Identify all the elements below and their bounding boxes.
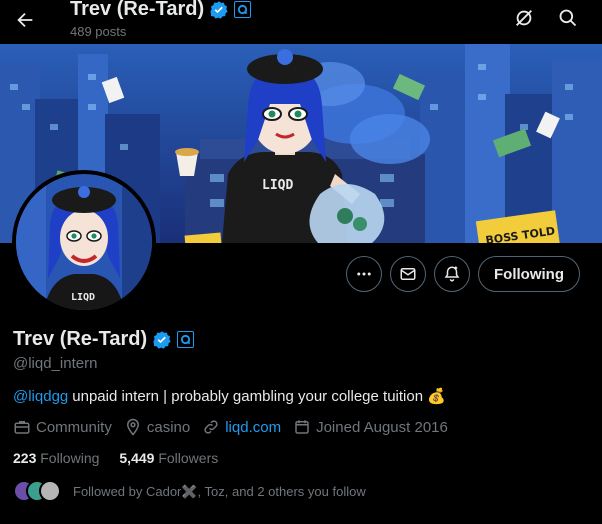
followed-by-text: Followed by Cador✖️, Toz, and 2 others y… xyxy=(73,484,366,499)
back-button[interactable] xyxy=(10,5,40,35)
search-button[interactable] xyxy=(556,6,580,30)
profile-name-row: Trev (Re-Tard) xyxy=(13,328,195,351)
profile-stats: 223 Following 5,449 Followers xyxy=(13,450,218,466)
joined-text: Joined August 2016 xyxy=(316,418,448,436)
following-button[interactable]: Following xyxy=(478,256,580,292)
briefcase-icon xyxy=(14,421,30,434)
top-bar: Trev (Re-Tard) 489 posts xyxy=(0,0,602,44)
money-bag-emoji: 💰 xyxy=(427,388,446,405)
category-text: Community xyxy=(36,418,112,436)
bell-plus-icon xyxy=(444,266,460,282)
profile-actions: Following xyxy=(346,256,580,292)
avatar-shirt-text: LIQD xyxy=(71,292,95,303)
handle: @liqd_intern xyxy=(13,355,98,372)
category-item: Community xyxy=(13,418,112,436)
following-label: Following xyxy=(40,450,100,466)
notifications-button[interactable] xyxy=(434,256,471,292)
link-icon xyxy=(204,420,218,434)
following-stat[interactable]: 223 Following xyxy=(13,450,99,466)
profile-avatar[interactable]: LIQD xyxy=(12,170,156,314)
header-title: Trev (Re-Tard) xyxy=(70,0,205,20)
post-count: 489 posts xyxy=(70,24,127,39)
bio-mention-link[interactable]: @liqdgg xyxy=(13,388,68,405)
affiliate-badge-icon[interactable] xyxy=(234,1,252,18)
profile-bio: @liqdgg unpaid intern | probably gamblin… xyxy=(13,387,446,406)
profile-meta: Community casino liqd.com Joined August … xyxy=(13,418,448,436)
affiliate-badge-icon[interactable] xyxy=(177,331,195,348)
grok-icon xyxy=(516,10,532,26)
calendar-icon xyxy=(295,420,309,434)
avatar-illustration: LIQD xyxy=(16,174,152,310)
top-actions xyxy=(512,6,580,30)
more-icon xyxy=(357,272,371,276)
grok-button[interactable] xyxy=(512,6,536,30)
mutual-avatars xyxy=(13,480,63,504)
website-item: liqd.com xyxy=(202,418,281,436)
location-text: casino xyxy=(146,418,191,436)
following-count: 223 xyxy=(13,450,37,466)
followers-stat[interactable]: 5,449 Followers xyxy=(119,450,218,466)
joined-item: Joined August 2016 xyxy=(293,418,448,436)
search-icon xyxy=(559,9,577,27)
message-button[interactable] xyxy=(390,256,427,292)
followers-count: 5,449 xyxy=(119,450,155,466)
followers-label: Followers xyxy=(158,450,219,466)
envelope-icon xyxy=(400,268,416,280)
arrow-left-icon xyxy=(17,12,33,28)
verified-badge-icon xyxy=(153,330,171,349)
display-name: Trev (Re-Tard) xyxy=(13,328,148,350)
header-title-row: Trev (Re-Tard) xyxy=(70,0,252,21)
website-link[interactable]: liqd.com xyxy=(225,419,281,436)
location-item: casino xyxy=(124,418,190,436)
svg-text:LIQD: LIQD xyxy=(262,178,293,193)
more-options-button[interactable] xyxy=(346,256,383,292)
mutual-avatar-3 xyxy=(39,480,61,502)
followed-by[interactable]: Followed by Cador✖️, Toz, and 2 others y… xyxy=(13,480,366,504)
location-pin-icon xyxy=(126,418,139,436)
verified-badge-icon xyxy=(210,0,228,19)
bio-text: unpaid intern | probably gambling your c… xyxy=(72,387,424,405)
